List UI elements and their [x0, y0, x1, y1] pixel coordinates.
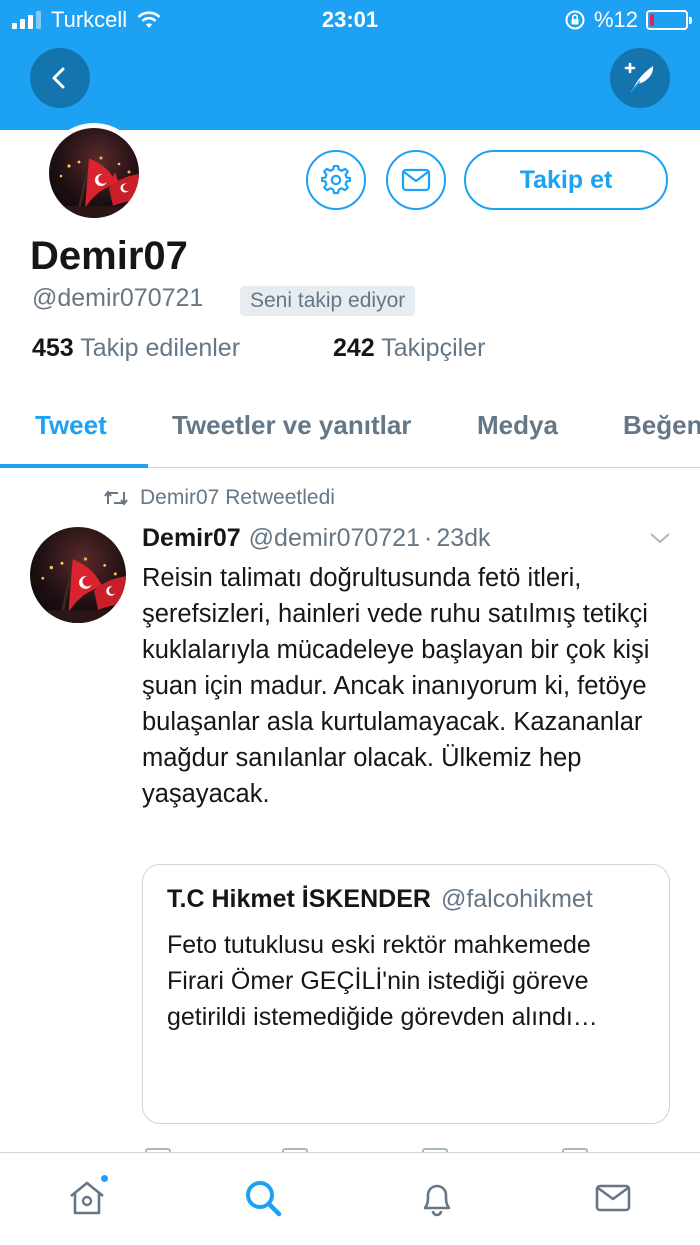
tweet-text: Reisin talimatı doğrultusunda fetö itler… [142, 564, 650, 808]
message-button[interactable] [386, 150, 446, 210]
quoted-author-handle: @falcohikmet [440, 885, 593, 913]
quoted-tweet-text: Feto tutuklusu eski rektör mahkemede Fir… [167, 931, 598, 1031]
profile-avatar[interactable] [44, 123, 144, 223]
tweet-separator: · [424, 524, 433, 552]
bottom-tab-bar [0, 1152, 700, 1245]
nav-search[interactable] [238, 1173, 288, 1223]
profile-header: Turkcell 23:01 %12 [0, 0, 700, 130]
tweet-author-handle[interactable]: @demir070721 [249, 524, 420, 552]
avatar-image [30, 527, 126, 623]
battery-percent: %12 [593, 7, 638, 32]
search-icon [246, 1181, 282, 1217]
tab-tweets-and-replies[interactable]: Tweetler ve yanıtlar [172, 410, 411, 441]
compose-tweet-button[interactable] [610, 48, 670, 108]
follow-button[interactable]: Takip et [464, 150, 668, 210]
tab-media[interactable]: Medya [477, 410, 558, 441]
profile-handle: @demir070721 [32, 284, 204, 312]
following-label: Takip edilenler [80, 334, 241, 362]
gear-icon [321, 165, 351, 195]
followers-stat[interactable]: 242 Takipçiler [333, 334, 485, 363]
status-bar: Turkcell 23:01 %12 [0, 0, 700, 40]
followers-label: Takipçiler [381, 334, 486, 362]
settings-button[interactable] [306, 150, 366, 210]
nav-messages[interactable] [588, 1173, 638, 1223]
orientation-lock-icon [565, 10, 585, 30]
retweet-icon [104, 490, 128, 506]
chevron-down-icon[interactable] [648, 530, 672, 546]
quoted-tweet[interactable]: T.C Hikmet İSKENDER @falcohikmet Feto tut… [142, 864, 670, 1124]
quoted-author-name: T.C Hikmet İSKENDER [167, 885, 431, 913]
active-tab-indicator [0, 464, 148, 468]
retweet-context[interactable]: Demir07 Retweetledi [104, 486, 335, 510]
envelope-icon [595, 1184, 631, 1212]
battery-icon [646, 10, 692, 30]
back-button[interactable] [30, 48, 90, 108]
following-count: 453 [32, 334, 74, 362]
quoted-tweet-header: T.C Hikmet İSKENDER @falcohikmet [167, 885, 593, 914]
tweet-header: Demir07 @demir070721 · 23dk [142, 524, 491, 553]
compose-tweet-icon [624, 62, 654, 93]
following-stat[interactable]: 453 Takip edilenler [32, 334, 240, 363]
tweet-author-avatar[interactable] [30, 527, 126, 623]
followers-count: 242 [333, 334, 375, 362]
nav-notifications[interactable] [412, 1173, 462, 1223]
new-content-dot [99, 1173, 110, 1184]
avatar-image [49, 128, 139, 218]
retweet-label: Demir07 Retweetledi [140, 486, 335, 509]
tab-tweets[interactable]: Tweet [35, 410, 107, 441]
follows-you-badge: Seni takip ediyor [240, 286, 416, 316]
tweet-author-name[interactable]: Demir07 [142, 524, 241, 552]
tweet-time: 23dk [436, 524, 491, 552]
bell-icon [423, 1184, 451, 1217]
nav-home[interactable] [62, 1173, 112, 1223]
envelope-icon [401, 168, 431, 192]
profile-name: Demir07 [30, 234, 188, 278]
profile-tabs: Tweet Tweetler ve yanıtlar Medya Beğen [0, 390, 700, 468]
tab-likes[interactable]: Beğen [623, 410, 700, 441]
back-arrow-icon [52, 67, 65, 89]
